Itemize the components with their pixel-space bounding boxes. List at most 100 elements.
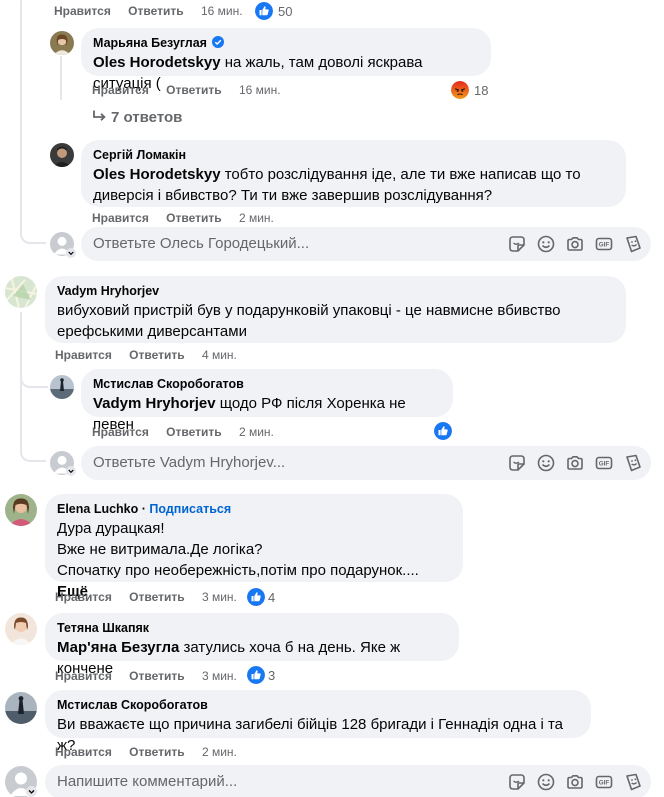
follow-link[interactable]: Подписаться (149, 502, 231, 516)
avatar-sticker-icon[interactable] (623, 453, 643, 473)
mention-link[interactable]: Мар'яна Безугла (57, 639, 179, 656)
mention-link[interactable]: Oles Horodetskyy (93, 166, 221, 183)
like-button[interactable]: Нравится (55, 590, 112, 604)
comment-time: 2 мин. (238, 211, 274, 225)
like-button[interactable]: Нравится (92, 211, 149, 225)
comment-author[interactable]: Тетяна Шкапяк (57, 620, 447, 637)
reaction-count: 4 (268, 589, 276, 605)
chevron-down-icon[interactable] (66, 466, 76, 476)
avatar[interactable] (50, 375, 74, 399)
comment-actions: Нравится Ответить 2 мин. (55, 745, 251, 759)
author-name[interactable]: Elena Luchko (57, 502, 138, 516)
gif-icon[interactable] (594, 234, 614, 254)
reaction-summary[interactable]: 3 (247, 666, 275, 684)
mention-link[interactable]: Oles Horodetskyy (93, 54, 221, 71)
comment-line: Дура дурацкая! (57, 520, 165, 537)
comment-time: 2 мин. (238, 425, 274, 439)
comment-text: Oles Horodetskyy тобто розслідування іде… (93, 164, 614, 206)
replies-count[interactable]: 7 ответов (111, 109, 182, 126)
reply-button[interactable]: Ответить (128, 4, 183, 18)
avatar[interactable] (5, 276, 37, 308)
camera-icon[interactable] (565, 234, 585, 254)
gif-icon[interactable] (594, 453, 614, 473)
comment-actions: Нравится Ответить 3 мин. (55, 590, 251, 604)
camera-icon[interactable] (565, 772, 585, 792)
comment-author[interactable]: Сергій Ломакін (93, 147, 614, 164)
comment-actions: Нравится Ответить 2 мин. (92, 211, 288, 225)
mention-link[interactable]: Vadym Hryhorjev (93, 395, 216, 412)
thread-connector (20, 368, 48, 388)
comment-author[interactable]: Марьяна Безуглая (93, 35, 479, 52)
comment-input[interactable]: Напишите комментарий... (45, 765, 651, 797)
reply-input[interactable]: Ответьте Олесь Городецький... (81, 227, 651, 261)
composer-tools (498, 234, 643, 254)
avatar[interactable] (5, 613, 37, 645)
reply-button[interactable]: Ответить (166, 83, 221, 97)
like-button[interactable]: Нравится (55, 669, 112, 683)
avatar[interactable] (50, 143, 74, 167)
comment-bubble: Тетяна Шкапяк Мар'яна Безугла затулись х… (45, 613, 459, 677)
chevron-down-icon[interactable] (66, 248, 76, 258)
like-button[interactable]: Нравится (92, 83, 149, 97)
comment-actions: Нравится Ответить 16 мин. (54, 4, 257, 18)
sticker-icon[interactable] (507, 234, 527, 254)
reply-button[interactable]: Ответить (166, 211, 221, 225)
sticker-icon[interactable] (507, 772, 527, 792)
reply-input-placeholder: Ответьте Олесь Городецький... (93, 235, 310, 252)
avatar-sticker-icon[interactable] (623, 772, 643, 792)
reaction-summary[interactable] (434, 422, 452, 440)
comment-author[interactable]: Elena Luchko · Подписаться (57, 501, 451, 518)
comment-actions: Нравится Ответить 4 мин. (55, 348, 251, 362)
reply-input[interactable]: Ответьте Vadym Hryhorjev... (81, 446, 651, 480)
gif-icon[interactable] (594, 772, 614, 792)
avatar[interactable] (5, 692, 37, 724)
comment-time: 3 мин. (201, 590, 237, 604)
reaction-summary[interactable]: 50 (255, 2, 292, 20)
emoji-icon[interactable] (536, 234, 556, 254)
avatar[interactable] (5, 494, 37, 526)
reply-button[interactable]: Ответить (129, 590, 184, 604)
thread-connector (20, 444, 46, 462)
reaction-summary[interactable]: 4 (247, 588, 275, 606)
reply-button[interactable]: Ответить (129, 745, 184, 759)
like-reaction-icon (255, 2, 273, 20)
reply-button[interactable]: Ответить (166, 425, 221, 439)
comment-input-placeholder: Напишите комментарий... (57, 773, 238, 790)
like-button[interactable]: Нравится (92, 425, 149, 439)
comment-author[interactable]: Мстислав Скоробогатов (57, 697, 579, 714)
comment-actions: Нравится Ответить 16 мин. (92, 83, 295, 97)
like-button[interactable]: Нравится (54, 4, 111, 18)
like-button[interactable]: Нравится (55, 348, 112, 362)
emoji-icon[interactable] (536, 453, 556, 473)
comment-text: вибуховий пристрій був у подарунковій уп… (57, 302, 561, 340)
chevron-down-icon[interactable] (26, 786, 37, 797)
comment-bubble: Сергій Ломакін Oles Horodetskyy тобто ро… (81, 140, 626, 207)
reply-button[interactable]: Ответить (129, 348, 184, 362)
sticker-icon[interactable] (507, 453, 527, 473)
author-name[interactable]: Марьяна Безуглая (93, 36, 207, 50)
reaction-count: 18 (474, 82, 489, 98)
comment-line: Вже не витримала.Де логіка? (57, 541, 263, 558)
comment-bubble: Мстислав Скоробогатов Vadym Hryhorjev що… (81, 369, 453, 433)
camera-icon[interactable] (565, 453, 585, 473)
reply-arrow-icon (93, 110, 106, 121)
like-reaction-icon (247, 588, 265, 606)
avatar[interactable] (50, 31, 74, 55)
reply-input-placeholder: Ответьте Vadym Hryhorjev... (93, 454, 286, 471)
comment-time: 3 мин. (201, 669, 237, 683)
reaction-summary[interactable]: 18 (451, 81, 488, 99)
comment-bubble: Elena Luchko · Подписаться Дура дурацкая… (45, 494, 463, 600)
emoji-icon[interactable] (536, 772, 556, 792)
comment-bubble: Марьяна Безуглая Oles Horodetskyy на жал… (81, 28, 491, 92)
reply-button[interactable]: Ответить (129, 669, 184, 683)
comment-time: 2 мин. (201, 745, 237, 759)
comment-author[interactable]: Мстислав Скоробогатов (93, 376, 441, 393)
comment-author[interactable]: Vadym Hryhorjev (57, 283, 614, 300)
thread-line (20, 0, 22, 230)
thread-line (60, 56, 62, 100)
view-replies-link[interactable]: 7 ответов (91, 109, 182, 126)
composer-tools (498, 772, 643, 792)
like-button[interactable]: Нравится (55, 745, 112, 759)
comment-time: 16 мин. (238, 83, 281, 97)
avatar-sticker-icon[interactable] (623, 234, 643, 254)
